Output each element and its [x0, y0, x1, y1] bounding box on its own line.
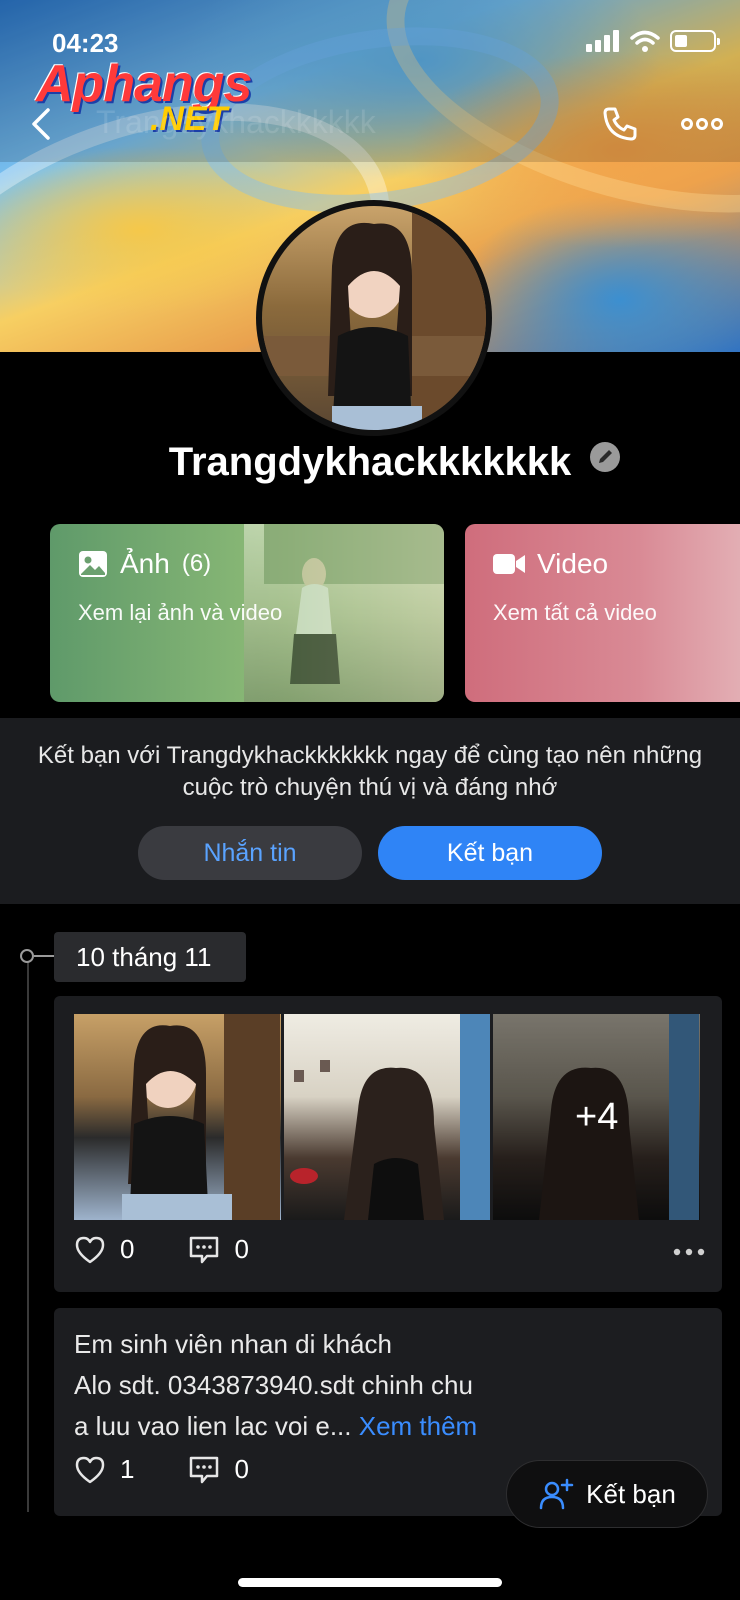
chevron-left-icon	[32, 108, 50, 140]
battery-icon	[670, 30, 720, 52]
post-photo-1[interactable]	[74, 1014, 281, 1220]
add-user-icon	[539, 1478, 574, 1510]
heart-icon	[75, 1456, 105, 1483]
image-icon	[79, 551, 107, 577]
post-photo-2[interactable]	[283, 1014, 491, 1220]
call-button[interactable]	[600, 104, 640, 144]
profile-avatar[interactable]	[256, 200, 492, 436]
comment-count: 0	[234, 1454, 249, 1484]
friend-request-message: Kết bạn với Trangdykhackkkkkkk ngay để c…	[37, 742, 703, 801]
video-card-title: Video	[493, 548, 608, 580]
phone-icon	[603, 107, 637, 141]
timeline-date: 10 tháng 11	[54, 932, 246, 982]
home-indicator[interactable]	[238, 1578, 502, 1587]
comment-icon	[190, 1456, 219, 1483]
like-button[interactable]: 0	[74, 1234, 134, 1265]
pencil-icon	[599, 450, 612, 463]
like-count: 1	[120, 1454, 135, 1484]
back-button[interactable]	[22, 104, 62, 144]
signal-icon	[586, 30, 619, 52]
more-options-button[interactable]	[680, 108, 724, 140]
more-photos-count: +4	[493, 1014, 701, 1220]
video-card-subtitle: Xem tất cả video	[493, 600, 657, 625]
photos-card[interactable]: Ảnh (6) Xem lại ảnh và video	[50, 524, 444, 702]
post-photo-3[interactable]: +4	[493, 1014, 701, 1220]
comment-icon	[190, 1236, 219, 1263]
message-button[interactable]: Nhắn tin	[138, 826, 362, 880]
comment-button[interactable]: 0	[188, 1234, 249, 1265]
friend-request-panel: Kết bạn với Trangdykhackkkkkkk ngay để c…	[0, 718, 740, 904]
video-camera-icon	[493, 554, 525, 574]
photos-card-title: Ảnh (6)	[78, 548, 211, 580]
comment-button[interactable]: 0	[188, 1454, 249, 1485]
timeline-line	[27, 952, 29, 1512]
photos-card-subtitle: Xem lại ảnh và video	[78, 600, 283, 625]
post-text: Em sinh viên nhan di khách Alo sdt. 0343…	[74, 1329, 478, 1441]
more-horizontal-icon	[673, 1248, 705, 1256]
timeline-dot	[20, 949, 34, 963]
heart-icon	[75, 1236, 105, 1263]
like-button[interactable]: 1	[74, 1454, 134, 1485]
floating-add-friend-label: Kết bạn	[586, 1478, 676, 1509]
video-card[interactable]: Video Xem tất cả video	[465, 524, 740, 702]
header-ghost-name: Trangdykhackkkkkk	[96, 104, 376, 140]
more-horizontal-icon	[681, 118, 723, 130]
post-photo-grid: +4	[74, 1014, 701, 1220]
edit-name-button[interactable]	[590, 442, 620, 472]
floating-add-friend-button[interactable]: Kết bạn	[506, 1460, 708, 1528]
add-friend-button[interactable]: Kết bạn	[378, 826, 602, 880]
photo-post[interactable]: +4 0 0	[54, 996, 722, 1292]
post-reactions: 1 0	[74, 1454, 289, 1485]
comment-count: 0	[234, 1234, 249, 1264]
post-options-button[interactable]	[672, 1242, 706, 1262]
wifi-icon	[630, 30, 660, 52]
avatar-photo	[262, 206, 486, 430]
see-more-link[interactable]: Xem thêm	[359, 1411, 478, 1441]
status-icons	[586, 30, 720, 52]
post-reactions: 0 0	[74, 1234, 289, 1265]
like-count: 0	[120, 1234, 135, 1264]
profile-name: Trangdykhackkkkkkk	[168, 440, 572, 484]
